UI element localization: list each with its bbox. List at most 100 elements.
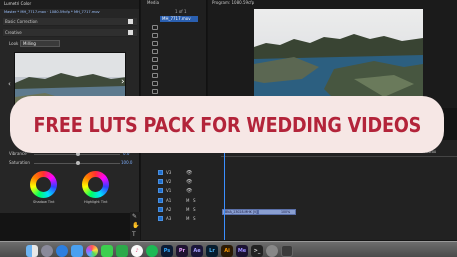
program-monitor: Program: 1080.59cfp <box>208 0 457 108</box>
track-target-button[interactable] <box>158 170 163 175</box>
tools-panel: ✎ ✋ T <box>130 212 140 240</box>
eye-icon[interactable]: 👁 <box>186 188 192 194</box>
photos-icon[interactable] <box>86 245 98 257</box>
section-label: Creative <box>5 30 22 35</box>
basic-correction-section[interactable]: Basic Correction <box>3 18 137 26</box>
look-dropdown-value: Milling <box>23 41 36 46</box>
track-header-a3[interactable]: A3 M S <box>158 216 218 222</box>
icon-label: Pr <box>178 248 186 254</box>
chevron-right-icon[interactable]: › <box>121 77 125 87</box>
icon-label: Ps <box>163 248 171 254</box>
mute-icon[interactable]: M <box>186 208 189 212</box>
promo-banner: FREE LUTS PACK FOR WEDDING VIDEOS <box>10 96 444 153</box>
spotify-icon[interactable] <box>146 245 158 257</box>
folder-icon[interactable] <box>152 65 158 70</box>
folder-icon[interactable] <box>152 25 158 30</box>
pen-tool-icon[interactable]: ✎ <box>132 213 137 220</box>
premiere-icon[interactable]: Pr <box>176 245 188 257</box>
section-checkbox[interactable] <box>128 30 133 35</box>
coastal-landscape-image <box>254 9 423 104</box>
solo-icon[interactable]: S <box>193 208 196 212</box>
clip-label: 100% <box>281 210 291 214</box>
timeline-clip[interactable]: BNA_23028.MHK [V] <box>222 209 258 215</box>
media-count: 1 of 1 <box>175 9 187 14</box>
track-header-v1[interactable]: V1 👁 <box>158 188 218 194</box>
folder-icon[interactable] <box>152 33 158 38</box>
timeline-panel: 1080 00;00;00;00 00:00 00:00:30:00 00:01… <box>141 140 457 240</box>
highlight-tint-wheel[interactable] <box>82 171 109 198</box>
track-label: V1 <box>166 188 172 193</box>
folder-icon[interactable] <box>152 57 158 62</box>
panel-title: Lumetri Color <box>4 1 32 6</box>
track-target-button[interactable] <box>158 179 163 184</box>
messages-icon[interactable] <box>101 245 113 257</box>
icon-label: Ae <box>193 248 201 254</box>
track-label: V3 <box>166 170 172 175</box>
track-header-a1[interactable]: A1 M S <box>158 198 218 204</box>
saturation-value[interactable]: 100.0 <box>121 161 132 165</box>
saturation-label: Saturation <box>9 160 30 165</box>
track-target-button[interactable] <box>158 188 163 193</box>
shadow-tint-label: Shadow Tint <box>33 200 55 204</box>
icon-label: Ai <box>224 248 230 254</box>
macos-dock: ♪ Ps Pr Ae Lr Ai Me >_ <box>0 241 457 257</box>
folder-icon[interactable] <box>152 41 158 46</box>
track-target-button[interactable] <box>158 207 163 212</box>
media-file-row[interactable]: MH_7717.mov <box>160 16 198 22</box>
look-dropdown[interactable]: Milling <box>20 40 60 47</box>
folder-icon[interactable] <box>152 49 158 54</box>
trash-icon[interactable] <box>281 245 293 257</box>
mute-icon[interactable]: M <box>186 217 189 221</box>
mail-icon[interactable] <box>71 245 83 257</box>
track-target-button[interactable] <box>158 216 163 221</box>
media-file-name: MH_7717.mov <box>162 16 191 21</box>
terminal-icon[interactable]: >_ <box>251 245 263 257</box>
folder-icon[interactable] <box>152 81 158 86</box>
track-label: V2 <box>166 179 172 184</box>
media-browser-panel: Media 1 of 1 MH_7717.mov <box>141 0 207 110</box>
lightroom-icon[interactable]: Lr <box>206 245 218 257</box>
track-label: A2 <box>166 207 172 212</box>
source-clip-label[interactable]: Master * MH_7717.mov · 1080.59cfp * MH_7… <box>4 10 100 15</box>
saturation-slider-knob[interactable] <box>76 161 80 165</box>
program-title: Program: 1080.59cfp <box>212 0 255 5</box>
program-video-frame[interactable] <box>254 9 423 104</box>
aftereffects-icon[interactable]: Ae <box>191 245 203 257</box>
illustrator-icon[interactable]: Ai <box>221 245 233 257</box>
launchpad-icon[interactable] <box>41 245 53 257</box>
finder-icon[interactable] <box>26 245 38 257</box>
track-header-a2[interactable]: A2 M S <box>158 207 218 213</box>
timeline-clip-2[interactable]: 100% <box>258 209 296 215</box>
itunes-icon[interactable]: ♪ <box>131 245 143 257</box>
mute-icon[interactable]: M <box>186 199 189 203</box>
creative-section[interactable]: Creative <box>3 29 137 37</box>
track-target-button[interactable] <box>158 198 163 203</box>
folder-icon[interactable] <box>152 73 158 78</box>
type-tool-icon[interactable]: T <box>132 231 136 238</box>
safari-icon[interactable] <box>56 245 68 257</box>
section-checkbox[interactable] <box>128 19 133 24</box>
preferences-icon[interactable] <box>266 245 278 257</box>
solo-icon[interactable]: S <box>193 217 196 221</box>
eye-icon[interactable]: 👁 <box>186 170 192 176</box>
solo-icon[interactable]: S <box>193 199 196 203</box>
track-header-v2[interactable]: V2 👁 <box>158 179 218 185</box>
banner-headline: FREE LUTS PACK FOR WEDDING VIDEOS <box>33 112 421 137</box>
track-header-v3[interactable]: V3 👁 <box>158 170 218 176</box>
look-label: Look <box>9 41 19 46</box>
media-panel-title: Media <box>147 0 160 5</box>
photoshop-icon[interactable]: Ps <box>161 245 173 257</box>
highlight-tint-label: Highlight Tint <box>84 200 108 204</box>
icon-label: Lr <box>209 248 215 254</box>
chevron-left-icon[interactable]: ‹ <box>8 80 11 88</box>
vibrance-label: Vibrance <box>9 151 27 156</box>
facetime-icon[interactable] <box>116 245 128 257</box>
eye-icon[interactable]: 👁 <box>186 179 192 185</box>
clip-label: BNA_23028.MHK [V] <box>225 210 258 214</box>
icon-label: Me <box>237 248 247 254</box>
hand-tool-icon[interactable]: ✋ <box>132 222 139 229</box>
folder-icon[interactable] <box>152 89 158 94</box>
media-encoder-icon[interactable]: Me <box>236 245 248 257</box>
playhead[interactable] <box>224 148 225 240</box>
shadow-tint-wheel[interactable] <box>30 171 57 198</box>
